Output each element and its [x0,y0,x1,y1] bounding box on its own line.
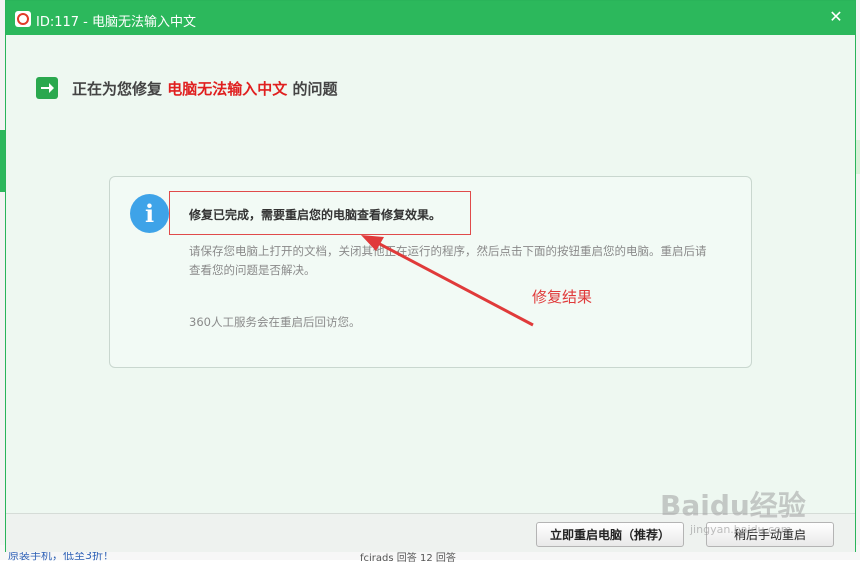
restart-now-button[interactable]: 立即重启电脑（推荐） [536,522,684,547]
baidu-watermark-url: jingyan.baidu.com [690,523,792,536]
annotation-arrow [361,235,534,327]
baidu-watermark: Baidu经验 [660,489,806,522]
annotation-label: 修复结果 [532,288,593,306]
repair-dialog: ID:117 - 电脑无法输入中文 ✕ 正在为您修复 电脑无法输入中文 的问题 … [5,0,856,552]
